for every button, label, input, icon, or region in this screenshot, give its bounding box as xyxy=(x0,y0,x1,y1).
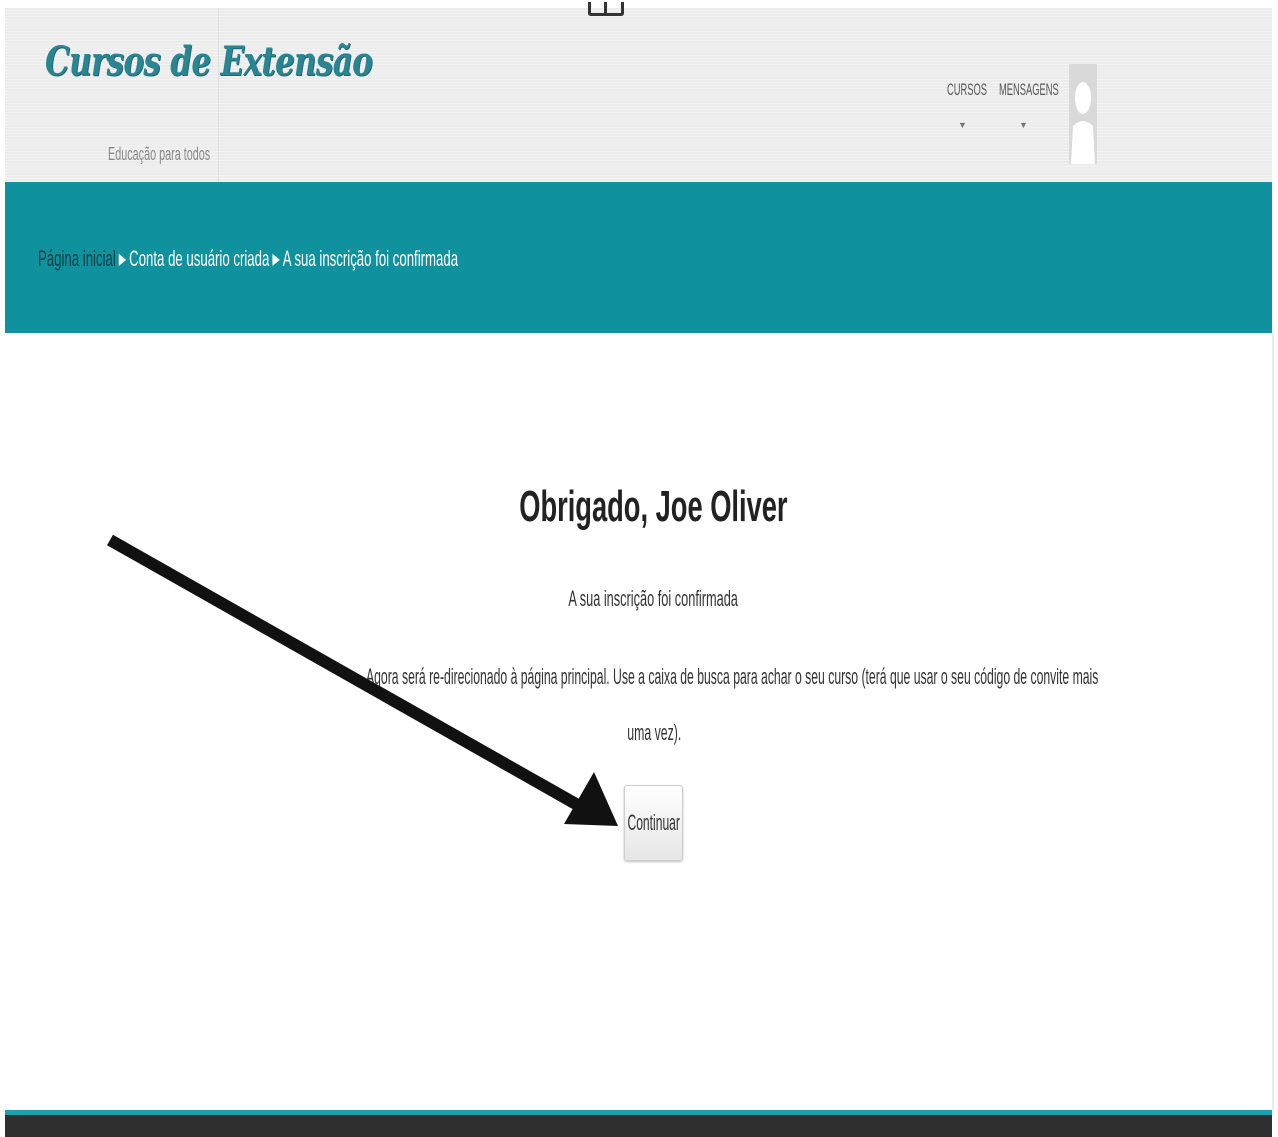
site-footer xyxy=(5,1115,1272,1137)
page: Cursos de Extensão Educação para todos C… xyxy=(0,0,1278,1137)
pointer-arrow-icon xyxy=(107,534,618,826)
